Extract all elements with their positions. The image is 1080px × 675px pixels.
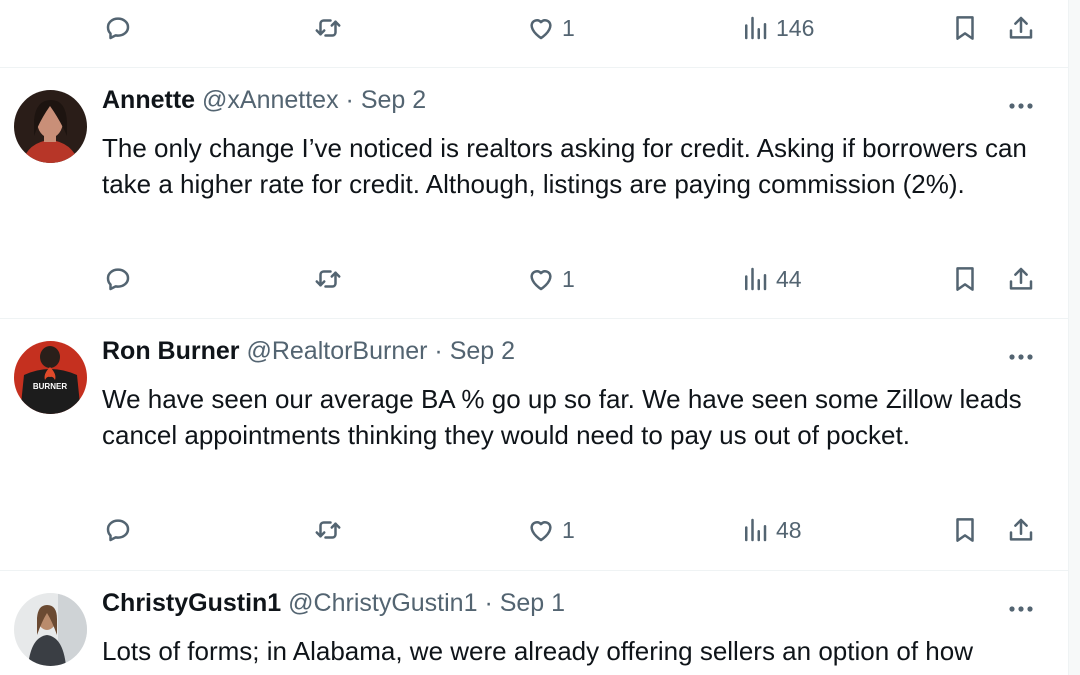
retweet-icon bbox=[315, 19, 341, 37]
like-count: 1 bbox=[562, 265, 575, 292]
heart-icon bbox=[530, 19, 552, 40]
timestamp[interactable]: Sep 2 bbox=[361, 86, 426, 114]
more-dots-icon bbox=[1009, 103, 1033, 109]
tweet-christygustin1[interactable]: ChristyGustin1 @ChristyGustin1 · Sep 1 L… bbox=[0, 589, 1068, 675]
timestamp[interactable]: Sep 2 bbox=[450, 337, 515, 365]
more-dots-icon bbox=[1009, 606, 1033, 612]
display-name[interactable]: ChristyGustin1 bbox=[102, 589, 281, 617]
views-button[interactable]: 146 bbox=[740, 8, 814, 48]
separator-dot: · bbox=[345, 86, 354, 114]
retweet-icon bbox=[315, 521, 341, 539]
scroll-gutter bbox=[1069, 0, 1080, 675]
views-button[interactable]: 44 bbox=[740, 259, 802, 299]
tweet-annette[interactable]: Annette @xAnnettex · Sep 2 The only chan… bbox=[0, 86, 1068, 280]
bookmark-button[interactable] bbox=[950, 259, 980, 299]
views-chart-icon bbox=[745, 267, 767, 291]
heart-icon bbox=[530, 521, 552, 542]
tweet-ron-burner[interactable]: BURNER Ron Burner @RealtorBurner · Sep 2… bbox=[0, 337, 1068, 531]
tweet-header: ChristyGustin1 @ChristyGustin1 · Sep 1 bbox=[102, 589, 565, 618]
like-button[interactable]: 1 bbox=[526, 510, 575, 550]
heart-icon bbox=[530, 270, 552, 291]
retweet-icon bbox=[315, 270, 341, 288]
views-count: 146 bbox=[776, 14, 815, 41]
share-icon bbox=[1009, 267, 1033, 290]
divider bbox=[0, 570, 1068, 571]
more-options-button[interactable] bbox=[1005, 345, 1037, 369]
views-button[interactable]: 48 bbox=[740, 510, 802, 550]
reply-icon bbox=[106, 268, 130, 291]
reply-feed: 1 146 Annette @xAnnettex · Sep 2 The onl… bbox=[0, 0, 1069, 675]
divider bbox=[0, 67, 1068, 68]
timestamp[interactable]: Sep 1 bbox=[500, 589, 565, 617]
handle[interactable]: @ChristyGustin1 bbox=[288, 589, 477, 617]
views-count: 44 bbox=[776, 265, 802, 292]
handle[interactable]: @xAnnettex bbox=[202, 86, 339, 114]
tweet-header: Ron Burner @RealtorBurner · Sep 2 bbox=[102, 337, 515, 366]
retweet-button[interactable] bbox=[313, 510, 349, 550]
tweet-action-bar: 1 146 bbox=[0, 8, 1068, 48]
like-count: 1 bbox=[562, 516, 575, 543]
tweet-action-bar: 1 48 bbox=[0, 510, 1068, 550]
separator-dot: · bbox=[434, 337, 443, 365]
avatar[interactable] bbox=[14, 593, 87, 666]
bookmark-button[interactable] bbox=[950, 510, 980, 550]
share-icon bbox=[1009, 518, 1033, 541]
retweet-button[interactable] bbox=[313, 259, 349, 299]
tweet-text: We have seen our average BA % go up so f… bbox=[102, 384, 1022, 450]
avatar-logo-text: BURNER bbox=[33, 382, 67, 391]
separator-dot: · bbox=[484, 589, 493, 617]
share-icon bbox=[1009, 16, 1033, 39]
bookmark-icon bbox=[956, 267, 974, 291]
tweet-action-bar: 1 44 bbox=[0, 259, 1068, 299]
tweet-text: The only change I’ve noticed is realtors… bbox=[102, 133, 1027, 199]
bookmark-icon bbox=[956, 16, 974, 40]
divider bbox=[0, 318, 1068, 319]
reply-button[interactable] bbox=[103, 510, 139, 550]
bookmark-icon bbox=[956, 518, 974, 542]
views-chart-icon bbox=[745, 518, 767, 542]
share-button[interactable] bbox=[1006, 510, 1036, 550]
like-button[interactable]: 1 bbox=[526, 259, 575, 299]
tweet-text: Lots of forms; in Alabama, we were alrea… bbox=[102, 636, 973, 666]
avatar[interactable] bbox=[14, 90, 87, 163]
share-button[interactable] bbox=[1006, 259, 1036, 299]
like-button[interactable]: 1 bbox=[526, 8, 575, 48]
retweet-button[interactable] bbox=[313, 8, 349, 48]
reply-button[interactable] bbox=[103, 259, 139, 299]
handle[interactable]: @RealtorBurner bbox=[246, 337, 427, 365]
reply-button[interactable] bbox=[103, 8, 139, 48]
tweet-header: Annette @xAnnettex · Sep 2 bbox=[102, 86, 426, 115]
share-button[interactable] bbox=[1006, 8, 1036, 48]
bookmark-button[interactable] bbox=[950, 8, 980, 48]
views-count: 48 bbox=[776, 516, 802, 543]
more-options-button[interactable] bbox=[1005, 597, 1037, 621]
avatar[interactable]: BURNER bbox=[14, 341, 87, 414]
reply-icon bbox=[106, 519, 130, 542]
reply-icon bbox=[106, 17, 130, 40]
more-options-button[interactable] bbox=[1005, 94, 1037, 118]
display-name[interactable]: Ron Burner bbox=[102, 337, 240, 365]
like-count: 1 bbox=[562, 14, 575, 41]
more-dots-icon bbox=[1009, 354, 1033, 360]
display-name[interactable]: Annette bbox=[102, 86, 195, 114]
views-chart-icon bbox=[745, 16, 767, 40]
